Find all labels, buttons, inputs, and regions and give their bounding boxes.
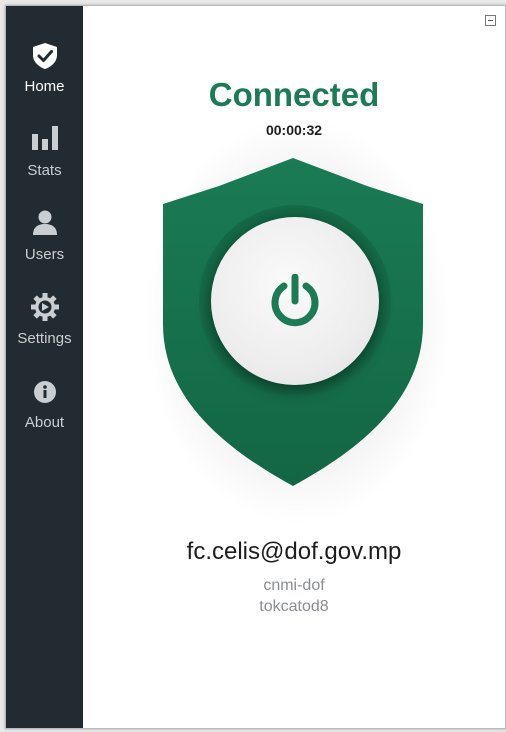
connection-timer: 00:00:32	[265, 122, 323, 138]
app-window: Home Stats Users Settings About Connecte…	[5, 5, 506, 729]
user-domain: cnmi-dof	[263, 577, 325, 594]
user-id: tokcatod8	[259, 598, 329, 615]
sidebar-item-label: About	[24, 414, 65, 431]
power-button[interactable]	[211, 217, 379, 385]
power-icon	[271, 274, 319, 327]
shield-check-icon	[6, 6, 83, 69]
info-icon	[6, 342, 83, 403]
sidebar-item-home[interactable]: Home	[6, 6, 83, 95]
gear-icon	[6, 258, 83, 321]
connection-status: Connected	[208, 76, 380, 113]
sidebar-item-about[interactable]: About	[6, 342, 83, 431]
user-icon	[6, 174, 83, 235]
sidebar-item-users[interactable]: Users	[6, 174, 83, 263]
user-email: fc.celis@dof.gov.mp	[186, 538, 402, 565]
sidebar: Home Stats Users Settings About	[6, 6, 83, 728]
sidebar-item-settings[interactable]: Settings	[6, 258, 83, 347]
bar-chart-icon	[6, 90, 83, 150]
main-panel: Connected 00:00:32 fc.celis@dof.gov.mp c…	[83, 6, 505, 728]
sidebar-item-stats[interactable]: Stats	[6, 90, 83, 179]
